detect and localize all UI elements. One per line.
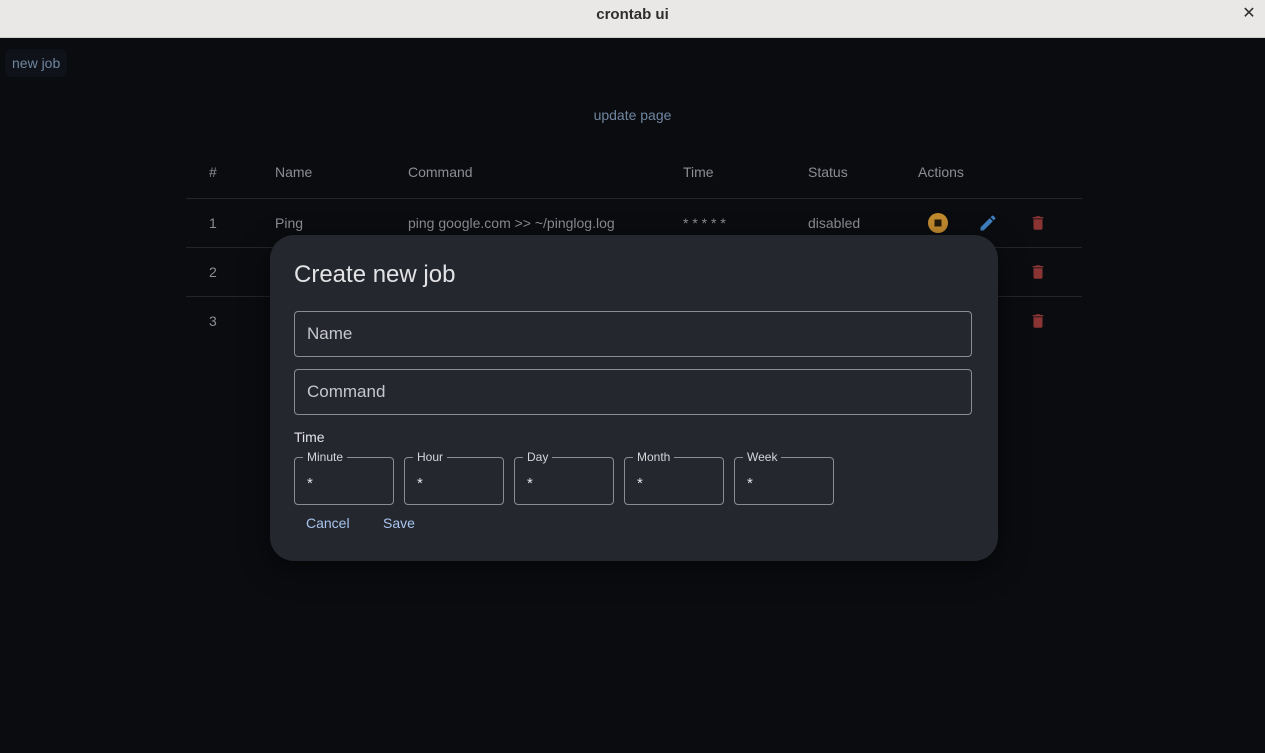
name-input[interactable]	[295, 312, 971, 356]
month-input[interactable]	[625, 458, 723, 504]
header-name: Name	[275, 164, 313, 180]
create-job-dialog: Create new job Time Minute Hour Day Mont…	[270, 235, 998, 561]
row-num: 3	[209, 313, 217, 329]
header-status: Status	[808, 164, 848, 180]
update-page-row: update page	[0, 107, 1265, 123]
minute-input[interactable]	[295, 458, 393, 504]
row-num: 1	[209, 215, 217, 231]
header-time: Time	[683, 164, 714, 180]
update-page-link[interactable]: update page	[594, 107, 672, 123]
name-field-box	[294, 311, 972, 357]
hour-field-box: Hour	[404, 450, 504, 505]
header-num: #	[209, 164, 217, 180]
hour-input[interactable]	[405, 458, 503, 504]
header-actions: Actions	[918, 164, 964, 180]
cancel-button[interactable]: Cancel	[294, 511, 362, 535]
stop-circle-icon[interactable]	[926, 211, 950, 235]
command-input[interactable]	[295, 370, 971, 414]
title-bar: crontab ui ✕	[0, 0, 1265, 38]
save-button[interactable]: Save	[371, 511, 427, 535]
close-icon[interactable]: ✕	[1241, 5, 1257, 23]
row-num: 2	[209, 264, 217, 280]
table-header-row: # Name Command Time Status Actions	[186, 146, 1082, 199]
new-job-button[interactable]: new job	[5, 49, 68, 77]
trash-icon[interactable]	[1026, 260, 1050, 284]
day-input[interactable]	[515, 458, 613, 504]
week-field-box: Week	[734, 450, 834, 505]
minute-field-box: Minute	[294, 450, 394, 505]
header-command: Command	[408, 164, 473, 180]
time-label: Time	[294, 429, 325, 445]
week-input[interactable]	[735, 458, 833, 504]
month-field-box: Month	[624, 450, 724, 505]
command-field-box	[294, 369, 972, 415]
trash-icon[interactable]	[1026, 211, 1050, 235]
day-field-box: Day	[514, 450, 614, 505]
trash-icon[interactable]	[1026, 309, 1050, 333]
dialog-title: Create new job	[294, 261, 456, 288]
window-title: crontab ui	[596, 6, 669, 23]
pencil-icon[interactable]	[976, 211, 1000, 235]
